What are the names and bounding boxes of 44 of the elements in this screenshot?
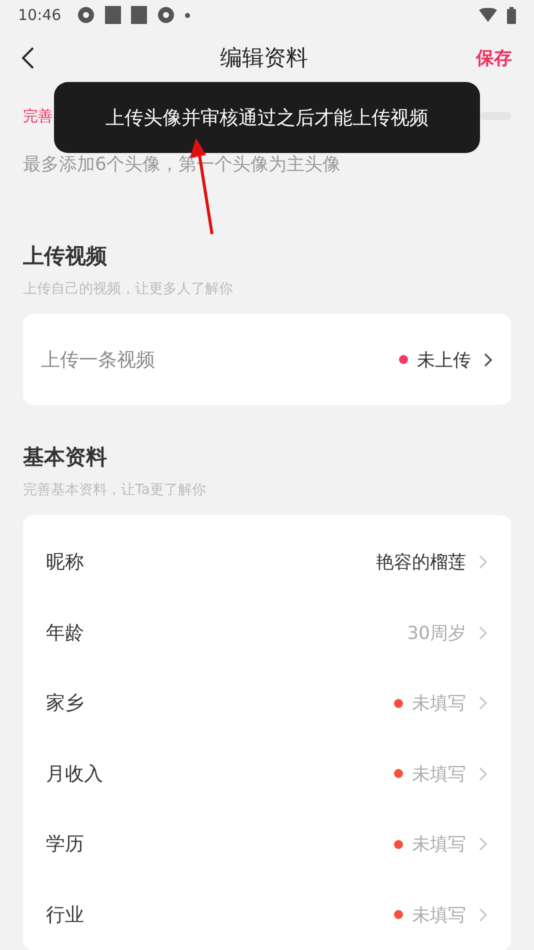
row-label: 家乡: [46, 691, 85, 716]
progress-track: [480, 112, 511, 120]
row-value: 艳容的榴莲: [376, 551, 466, 574]
row-label: 上传一条视频: [41, 348, 156, 372]
row-value: 未填写: [412, 692, 466, 716]
notification-icon: [157, 6, 176, 24]
row-label: 学历: [46, 832, 85, 858]
chevron-right-icon: [478, 766, 488, 782]
row-label: 年龄: [46, 620, 85, 646]
chevron-right-icon: [478, 906, 488, 923]
row-label: 行业: [46, 902, 85, 928]
profile-row[interactable]: 年龄 30周岁: [23, 598, 511, 668]
profile-row[interactable]: 月收入 未填写: [23, 738, 511, 809]
notification-icon: [105, 6, 122, 24]
upload-toast: 上传头像并审核通过之后才能上传视频: [54, 82, 480, 153]
section-title: 基本资料: [22, 444, 108, 471]
row-value: 未填写: [412, 762, 466, 786]
completeness-label: 完善: [23, 106, 53, 126]
row-label: 昵称: [46, 550, 85, 576]
chevron-right-icon: [478, 554, 488, 570]
video-card[interactable]: 上传一条视频 未上传: [23, 314, 511, 405]
notification-icon: [131, 6, 148, 24]
chevron-right-icon: [478, 695, 488, 712]
battery-icon: [507, 6, 516, 24]
row-value: 30周岁: [407, 622, 466, 645]
notification-icon: [77, 6, 96, 24]
profile-row[interactable]: 学历 未填写: [23, 809, 511, 880]
profile-row[interactable]: 昵称 艳容的榴莲: [23, 527, 511, 598]
row-label: 月收入: [46, 762, 104, 787]
dot-icon: [185, 12, 190, 18]
profile-row[interactable]: 家乡 未填写: [23, 668, 511, 738]
status-time: 10:46: [18, 6, 62, 24]
upload-status: 未上传: [417, 348, 471, 372]
back-icon: [22, 47, 34, 69]
chevron-right-icon: [483, 352, 493, 368]
chevron-right-icon: [478, 624, 488, 641]
wifi-icon: [479, 8, 497, 22]
section-title: 上传视频: [22, 243, 108, 270]
row-value: 未填写: [412, 904, 466, 927]
chevron-right-icon: [478, 836, 488, 852]
page-title: 编辑资料: [220, 45, 308, 73]
save-button[interactable]: 保存: [476, 46, 512, 70]
row-value: 未填写: [412, 833, 466, 856]
profile-row[interactable]: 行业 未填写: [23, 880, 511, 950]
